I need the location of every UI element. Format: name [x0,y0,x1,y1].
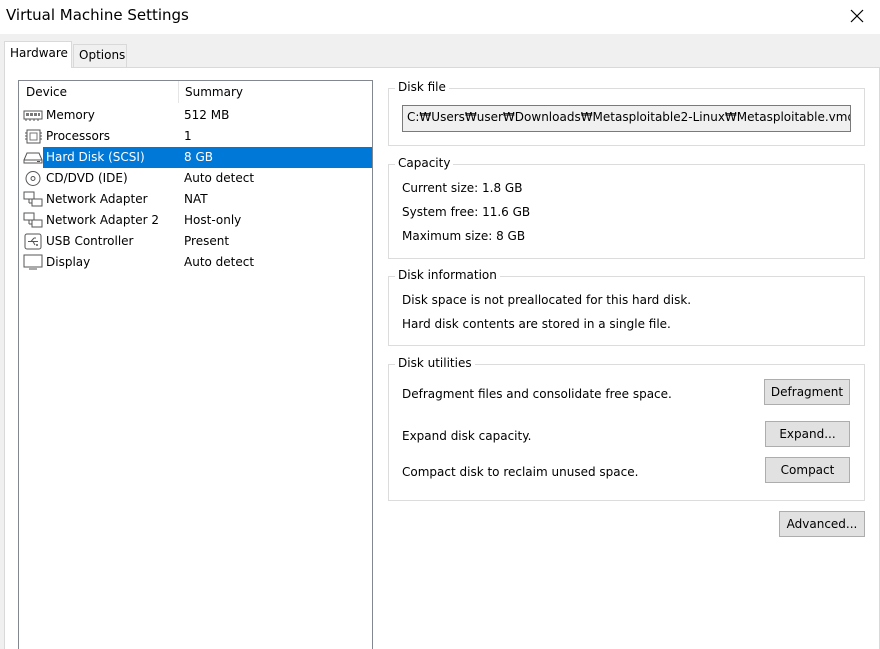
device-row-usb-controller[interactable]: USB Controller Present [19,231,372,252]
device-row-hard-disk[interactable]: Hard Disk (SCSI) 8 GB [19,147,372,168]
device-name: Display [46,255,91,269]
disk-information-label: Disk information [395,268,500,282]
device-name: CD/DVD (IDE) [46,171,128,185]
device-summary: NAT [184,192,208,206]
window-title: Virtual Machine Settings [6,6,189,24]
system-free-text: System free: 11.6 GB [402,205,531,219]
dialog-client-area: Hardware Options Device Summary Memory 5… [0,34,880,649]
disk-utilities-label: Disk utilities [395,356,475,370]
defragment-button[interactable]: Defragment [764,379,850,405]
title-bar: Virtual Machine Settings [0,0,880,34]
disk-information-group: Disk information Disk space is not preal… [388,268,865,346]
device-row-network-adapter-2[interactable]: Network Adapter 2 Host-only [19,210,372,231]
close-icon [850,9,864,23]
disk-file-group: Disk file C:₩Users₩user₩Downloads₩Metasp… [388,80,865,146]
expand-description: Expand disk capacity. [402,429,532,443]
cd-dvd-icon [23,170,43,187]
disk-file-label: Disk file [395,80,449,94]
device-summary: 512 MB [184,108,230,122]
column-header-device[interactable]: Device [26,85,67,99]
processor-icon [23,128,43,145]
compact-description: Compact disk to reclaim unused space. [402,465,639,479]
disk-utilities-group: Disk utilities Defragment files and cons… [388,356,865,501]
tab-hardware[interactable]: Hardware [4,41,72,68]
disk-info-single-file-text: Hard disk contents are stored in a singl… [402,317,671,331]
device-name: Network Adapter [46,192,148,206]
expand-button[interactable]: Expand... [765,421,850,447]
advanced-button[interactable]: Advanced... [779,511,865,537]
display-icon [23,254,43,271]
device-summary: Auto detect [184,171,255,185]
column-header-summary[interactable]: Summary [185,85,243,99]
compact-button[interactable]: Compact [765,457,850,483]
close-button[interactable] [834,0,880,32]
device-summary: Host-only [184,213,242,227]
device-row-network-adapter[interactable]: Network Adapter NAT [19,189,372,210]
device-name: Processors [46,129,111,143]
column-divider[interactable] [178,81,179,103]
maximum-size-text: Maximum size: 8 GB [402,229,526,243]
network-adapter-icon [23,191,43,208]
capacity-label: Capacity [395,156,454,170]
device-row-memory[interactable]: Memory 512 MB [19,105,372,126]
memory-icon [23,107,43,124]
capacity-group: Capacity Current size: 1.8 GB System fre… [388,156,865,259]
hardware-tab-panel: Device Summary Memory 512 MB Processors [4,67,880,649]
device-list-header: Device Summary [19,81,372,103]
device-name: Network Adapter 2 [46,213,159,227]
device-row-cd-dvd[interactable]: CD/DVD (IDE) Auto detect [19,168,372,189]
device-rows: Memory 512 MB Processors 1 Hard Disk (SC… [19,105,372,273]
disk-file-path-field[interactable]: C:₩Users₩user₩Downloads₩Metasploitable2-… [402,105,851,132]
defragment-description: Defragment files and consolidate free sp… [402,387,672,401]
hard-disk-icon [23,149,43,166]
device-summary: Present [184,234,230,248]
device-row-processors[interactable]: Processors 1 [19,126,372,147]
device-name: Memory [46,108,95,122]
device-summary: Auto detect [184,255,255,269]
device-name: USB Controller [46,234,134,248]
network-adapter-icon [23,212,43,229]
device-row-display[interactable]: Display Auto detect [19,252,372,273]
usb-icon [23,233,43,250]
tab-options[interactable]: Options [73,44,127,67]
disk-info-preallocation-text: Disk space is not preallocated for this … [402,293,692,307]
device-list[interactable]: Device Summary Memory 512 MB Processors [18,80,373,649]
current-size-text: Current size: 1.8 GB [402,181,523,195]
device-summary: 1 [184,129,192,143]
device-name: Hard Disk (SCSI) [46,150,145,164]
device-summary: 8 GB [184,150,213,164]
